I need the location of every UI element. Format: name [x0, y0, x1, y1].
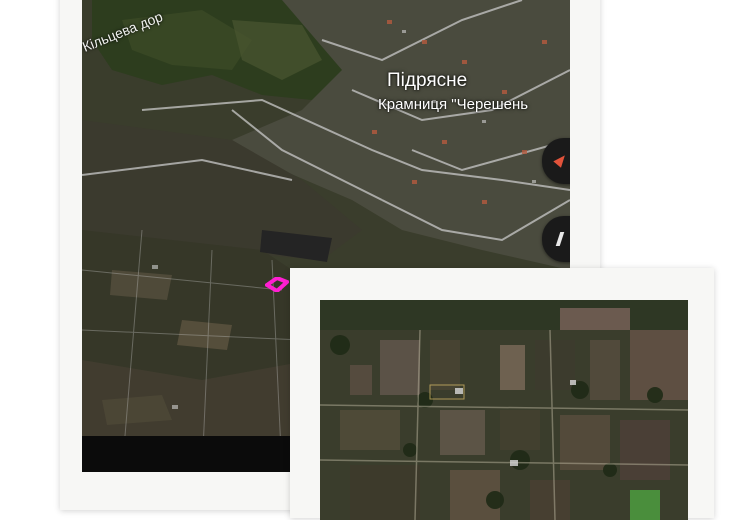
layers-icon [555, 232, 565, 246]
photo-frame-front [290, 268, 714, 520]
closeup-imagery [320, 300, 688, 520]
plot-outline-marker[interactable] [265, 277, 289, 292]
place-label: Підрясне [387, 70, 468, 91]
navigate-icon [553, 152, 569, 168]
shop-label: Крамниця "Черешень [378, 96, 529, 113]
satellite-map-closeup[interactable] [320, 300, 688, 520]
